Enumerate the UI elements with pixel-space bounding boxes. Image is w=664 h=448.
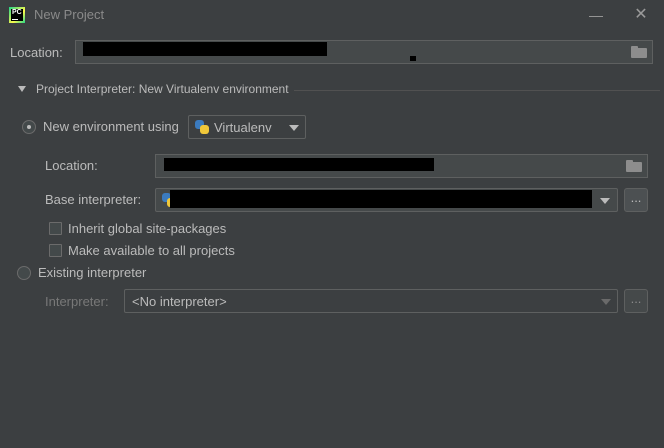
close-icon[interactable]: ✕ bbox=[632, 6, 650, 24]
chevron-down-icon bbox=[601, 299, 611, 305]
existing-interpreter-radio[interactable] bbox=[17, 266, 31, 280]
pycharm-app-icon: PC bbox=[9, 7, 25, 23]
window-title: New Project bbox=[34, 7, 105, 22]
browse-base-interpreter-button[interactable]: ... bbox=[624, 188, 648, 212]
title-bar: PC New Project — ✕ bbox=[0, 0, 664, 30]
folder-icon[interactable] bbox=[631, 46, 647, 58]
make-available-checkbox[interactable] bbox=[49, 244, 62, 257]
base-interpreter-label: Base interpreter: bbox=[45, 192, 142, 207]
env-folder-icon[interactable] bbox=[626, 160, 642, 172]
new-environment-radio[interactable] bbox=[22, 120, 36, 134]
existing-interpreter-select[interactable]: <No interpreter> bbox=[124, 289, 618, 313]
make-available-label[interactable]: Make available to all projects bbox=[68, 243, 235, 258]
new-environment-label[interactable]: New environment using bbox=[43, 119, 179, 134]
environment-tool-select[interactable]: Virtualenv bbox=[188, 115, 306, 139]
interpreter-label: Interpreter: bbox=[45, 294, 109, 309]
interpreter-section-title[interactable]: Project Interpreter: New Virtualenv envi… bbox=[36, 82, 289, 96]
redacted-mark bbox=[410, 56, 416, 61]
location-label: Location: bbox=[10, 45, 63, 60]
expand-triangle-icon[interactable] bbox=[18, 86, 26, 92]
chevron-down-icon bbox=[600, 198, 610, 204]
inherit-site-packages-label[interactable]: Inherit global site-packages bbox=[68, 221, 226, 236]
environment-tool-value: Virtualenv bbox=[214, 120, 272, 135]
python-icon bbox=[195, 120, 209, 134]
redacted-env-location bbox=[164, 158, 434, 171]
redacted-base-interpreter bbox=[170, 190, 592, 208]
browse-existing-interpreter-button[interactable]: ... bbox=[624, 289, 648, 313]
existing-interpreter-value: <No interpreter> bbox=[132, 294, 227, 309]
inherit-site-packages-checkbox[interactable] bbox=[49, 222, 62, 235]
chevron-down-icon bbox=[289, 125, 299, 131]
section-divider bbox=[294, 90, 660, 91]
redacted-location bbox=[83, 42, 327, 56]
existing-interpreter-label[interactable]: Existing interpreter bbox=[38, 265, 146, 280]
minimize-icon[interactable]: — bbox=[587, 6, 605, 24]
env-location-label: Location: bbox=[45, 158, 98, 173]
app-icon-text: PC bbox=[11, 9, 23, 21]
